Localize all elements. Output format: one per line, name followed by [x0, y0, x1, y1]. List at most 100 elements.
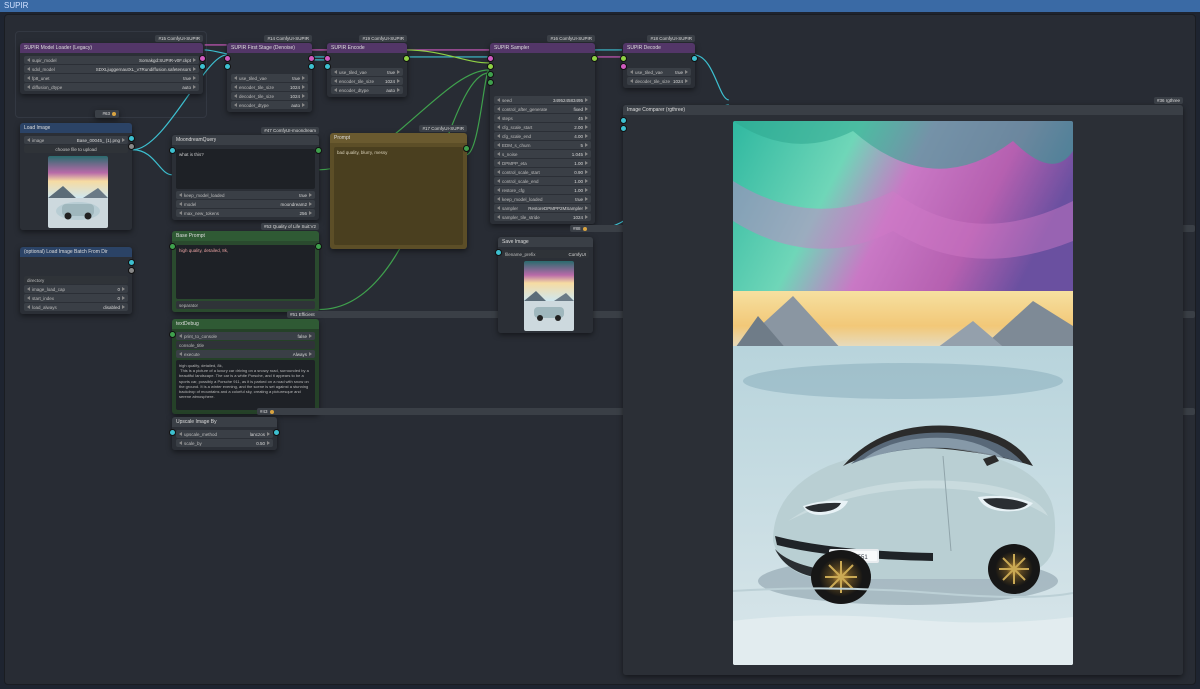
widget-cfg-start[interactable]: cfg_scale_start2.00 — [494, 123, 591, 131]
widget-upscale-method[interactable]: upscale_methodlanczos — [176, 430, 273, 438]
node-title: SUPIR Encode — [331, 43, 365, 53]
node-base-prompt[interactable]: #53 Quality of Life Suit:V2 Base Prompt … — [172, 231, 319, 312]
widget-ctrl-end[interactable]: control_scale_end1.00 — [494, 177, 591, 185]
widget-model[interactable]: modelmoondream2 — [176, 200, 315, 208]
port-in2[interactable] — [324, 63, 331, 70]
widget-diffusion-dtype[interactable]: diffusion_dtypeauto — [24, 83, 199, 91]
node-upscale-image-by[interactable]: Upscale Image By upscale_methodlanczos s… — [172, 417, 277, 450]
widget-fp8-unet[interactable]: fp8_unettrue — [24, 74, 199, 82]
widget-console-title[interactable]: console_title — [176, 341, 315, 349]
port-in[interactable] — [169, 429, 176, 436]
port-in[interactable] — [495, 249, 502, 256]
widget-snoise[interactable]: s_noise1.045 — [494, 150, 591, 158]
widget-directory[interactable]: directory — [24, 276, 128, 284]
port-in[interactable] — [620, 55, 627, 62]
port-in[interactable] — [224, 55, 231, 62]
node-prompt[interactable]: #17 ComfyUI-SUPIR Prompt bad quality, bl… — [330, 133, 467, 249]
port-in[interactable] — [324, 55, 331, 62]
upload-button[interactable]: choose file to upload — [24, 145, 128, 153]
port-out[interactable] — [273, 429, 280, 436]
node-title: Prompt — [334, 133, 350, 143]
prompt-textarea[interactable]: high quality, detailed, 8k, — [176, 245, 315, 299]
port-mask-out[interactable] — [128, 143, 135, 150]
widget-keep-loaded[interactable]: keep_model_loadedtrue — [176, 191, 315, 199]
widget-print-console[interactable]: print_to_consolefalse — [176, 332, 315, 340]
widget-restore-cfg[interactable]: restore_cfg1.00 — [494, 186, 591, 194]
widget-execute[interactable]: executeAlways — [176, 350, 315, 358]
port-in2[interactable] — [224, 63, 231, 70]
widget-enc-dtype[interactable]: encoder_dtypeauto — [231, 101, 308, 109]
node-supir-sampler[interactable]: #16 ComfyUI-SUPIR SUPIR Sampler seed3495… — [490, 43, 595, 224]
port-out2[interactable] — [128, 267, 135, 274]
node-moondream-query[interactable]: #47 ComfyUI-moondream MoondreamQuery wha… — [172, 135, 319, 220]
port-in2[interactable] — [620, 63, 627, 70]
port-in2[interactable] — [487, 63, 494, 70]
widget-cfg-end[interactable]: cfg_scale_end4.00 — [494, 132, 591, 140]
node-image-comparer[interactable]: #36 rgthree Image Comparer (rgthree) — [623, 105, 1183, 675]
port-in[interactable] — [169, 331, 176, 338]
widget-load-always[interactable]: load_alwaysdisabled — [24, 303, 128, 311]
port-out[interactable] — [315, 243, 322, 250]
widget-keep-loaded[interactable]: keep_model_loadedtrue — [494, 195, 591, 203]
node-save-image[interactable]: Save Image filename_prefixComfyUI — [498, 237, 593, 333]
widget-eta[interactable]: DPMPP_eta1.00 — [494, 159, 591, 167]
port-out[interactable] — [463, 145, 470, 152]
port-image-out[interactable] — [128, 135, 135, 142]
port-in[interactable] — [487, 55, 494, 62]
widget-enc-tile[interactable]: encoder_tile_size1024 — [331, 77, 403, 85]
port-text-out[interactable] — [315, 147, 322, 154]
image-thumbnail — [48, 156, 108, 228]
widget-seed[interactable]: seed349524583495 — [494, 96, 591, 104]
widget-dec-tile[interactable]: decoder_tile_size1024 — [627, 77, 691, 85]
widget-sdxl-model[interactable]: sdxl_modelSDXLjuggernautXL_v7Rundiffusio… — [24, 65, 199, 73]
widget-supir-model[interactable]: supir_modelSomakgd:SUPIR-v0F.ckpt — [24, 56, 199, 64]
port-image-out[interactable] — [691, 55, 698, 62]
widget-separator[interactable]: separator — [176, 301, 315, 309]
widget-tiled-vae[interactable]: use_tiled_vaetrue — [231, 74, 308, 82]
widget-ctrl-start[interactable]: control_scale_start0.90 — [494, 168, 591, 176]
widget-image-combo[interactable]: imageBase_00045_ (1).png — [24, 136, 128, 144]
widget-tile-stride[interactable]: sampler_tile_stride1024 — [494, 213, 591, 221]
widget-tiled-vae[interactable]: use_tiled_vaetrue — [331, 68, 403, 76]
port-in[interactable] — [169, 243, 176, 250]
widget-max-tokens[interactable]: max_new_tokens256 — [176, 209, 315, 217]
port-in3[interactable] — [487, 71, 494, 78]
widget-scale-by[interactable]: scale_by0.50 — [176, 439, 273, 447]
neg-prompt-textarea[interactable]: bad quality, blurry, messy — [334, 147, 463, 245]
port-out[interactable] — [308, 55, 315, 62]
node-canvas[interactable]: #15 ComfyUI-SUPIR SUPIR Model Loader (Le… — [4, 14, 1196, 685]
port-image-in[interactable] — [169, 147, 176, 154]
widget-enc-tile[interactable]: encoder_tile_size1024 — [231, 83, 308, 91]
port-supir-vae-out[interactable] — [199, 63, 206, 70]
widget-churn[interactable]: EDM_s_churn5 — [494, 141, 591, 149]
question-textarea[interactable]: what is this? — [176, 149, 315, 189]
port-latent-out[interactable] — [591, 55, 598, 62]
node-load-image-batch[interactable]: (optional) Load Image Batch From Dir dir… — [20, 247, 132, 314]
widget-filename-prefix[interactable]: filename_prefixComfyUI — [502, 250, 589, 258]
node-title: Upscale Image By — [176, 417, 217, 427]
widget-dec-tile[interactable]: decoder_tile_size1024 — [231, 92, 308, 100]
node-badge: #53 Quality of Life Suit:V2 — [261, 223, 319, 230]
widget-image-load-cap[interactable]: image_load_cap0 — [24, 285, 128, 293]
port-latent-out[interactable] — [403, 55, 410, 62]
port-out2[interactable] — [308, 63, 315, 70]
port-image-b[interactable] — [620, 125, 627, 132]
comparer-image[interactable]: DU·44551 — [733, 121, 1073, 665]
port-image-a[interactable] — [620, 117, 627, 124]
node-supir-decode[interactable]: #18 ComfyUI-SUPIR SUPIR Decode use_tiled… — [623, 43, 695, 88]
port-out[interactable] — [128, 259, 135, 266]
node-text-debug[interactable]: textDebug print_to_consolefalse console_… — [172, 319, 319, 414]
widget-start-index[interactable]: start_index0 — [24, 294, 128, 302]
debug-text: high quality, detailed, 8k, This is a pi… — [176, 360, 315, 410]
node-supir-model-loader[interactable]: #15 ComfyUI-SUPIR SUPIR Model Loader (Le… — [20, 43, 203, 94]
widget-cag[interactable]: control_after_generatefixed — [494, 105, 591, 113]
widget-sampler-name[interactable]: samplerRestoreDPMPP2MSampler — [494, 204, 591, 212]
port-supir-model-out[interactable] — [199, 55, 206, 62]
node-supir-first-stage[interactable]: #14 ComfyUI-SUPIR SUPIR First Stage (Den… — [227, 43, 312, 112]
widget-enc-dtype[interactable]: encoder_dtypeauto — [331, 86, 403, 94]
port-in4[interactable] — [487, 79, 494, 86]
widget-steps[interactable]: steps45 — [494, 114, 591, 122]
widget-tiled-vae[interactable]: use_tiled_vaetrue — [627, 68, 691, 76]
node-load-image[interactable]: Load Image imageBase_00045_ (1).png choo… — [20, 123, 132, 230]
node-supir-encode[interactable]: #19 ComfyUI-SUPIR SUPIR Encode use_tiled… — [327, 43, 407, 97]
